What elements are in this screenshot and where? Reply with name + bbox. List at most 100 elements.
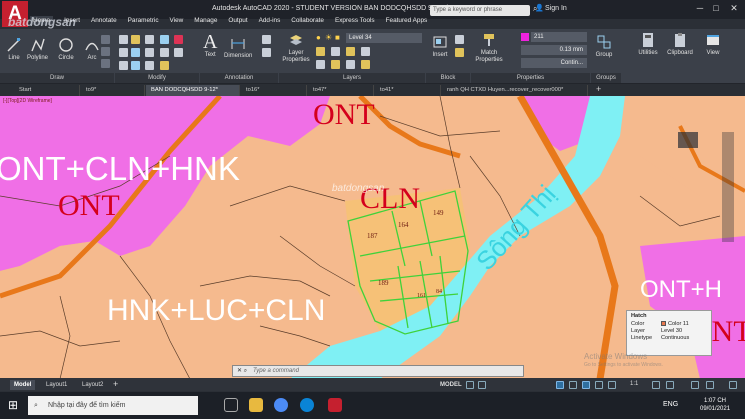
tab-model[interactable]: Model <box>10 380 36 390</box>
layer-tool-icon[interactable] <box>331 47 340 56</box>
new-tab-icon[interactable]: + <box>596 84 601 94</box>
snap-icon[interactable] <box>478 381 486 389</box>
panel-modify[interactable]: Modify <box>115 73 199 83</box>
line-button[interactable]: Line <box>6 37 22 61</box>
color-select[interactable]: 211 <box>531 32 587 42</box>
fullscreen-icon[interactable] <box>706 381 714 389</box>
tab-annotate[interactable]: Annotate <box>91 17 117 24</box>
group-button[interactable]: Group <box>594 34 614 58</box>
windows-start-icon[interactable]: ⊞ <box>8 398 18 412</box>
leader-icon[interactable] <box>262 35 271 44</box>
search-input[interactable]: Type a keyword or phrase <box>430 5 530 16</box>
layer-tool-icon[interactable] <box>346 60 355 69</box>
panel-groups[interactable]: Groups <box>591 73 621 83</box>
tab-collaborate[interactable]: Collaborate <box>291 17 324 24</box>
sun-icon[interactable]: ☀ <box>325 33 332 42</box>
draw-extra-icon[interactable] <box>101 35 110 44</box>
autocad-taskbar-icon[interactable] <box>328 398 342 412</box>
plus-icon[interactable] <box>666 381 674 389</box>
circle-button[interactable]: Circle <box>58 37 74 61</box>
edit-block-icon[interactable] <box>455 48 464 57</box>
erase-icon[interactable] <box>160 35 169 44</box>
linetype-select[interactable]: Contin... <box>521 58 587 68</box>
tab-layout1[interactable]: Layout1 <box>42 380 71 390</box>
add-layout-icon[interactable]: + <box>113 379 118 389</box>
tab-manage[interactable]: Manage <box>194 17 217 24</box>
file-tab-active[interactable]: BAN DODCQHSDD 9-12* <box>146 85 240 96</box>
file-tab[interactable]: to16* <box>241 85 307 96</box>
draw-extra-icon[interactable] <box>101 59 110 68</box>
tab-view[interactable]: View <box>170 17 184 24</box>
layer-tool-icon[interactable] <box>361 60 370 69</box>
array-icon[interactable] <box>174 48 183 57</box>
layer-select[interactable]: Level 34 <box>346 33 422 43</box>
file-tab-start[interactable]: Start <box>14 85 80 96</box>
task-view-icon[interactable] <box>224 398 238 412</box>
utilities-button[interactable]: Utilities <box>635 32 661 56</box>
file-tab[interactable]: to9* <box>81 85 145 96</box>
lightbulb-icon[interactable]: ● <box>316 33 321 42</box>
lineweight-select[interactable]: 0.13 mm <box>521 45 587 55</box>
lock-icon[interactable]: ■ <box>335 33 340 42</box>
model-space-button[interactable]: MODEL <box>436 380 466 390</box>
grid-icon[interactable] <box>466 381 474 389</box>
sign-in-button[interactable]: Sign In <box>545 5 567 12</box>
tab-layout2[interactable]: Layout2 <box>78 380 107 390</box>
panel-annotation[interactable]: Annotation <box>200 73 278 83</box>
minimize-icon[interactable]: ─ <box>693 2 707 14</box>
stretch-icon[interactable] <box>119 61 128 70</box>
lineweight-icon[interactable] <box>608 381 616 389</box>
layer-tool-icon[interactable] <box>346 47 355 56</box>
trim-icon[interactable] <box>145 35 154 44</box>
table-icon[interactable] <box>262 48 271 57</box>
workspace-icon[interactable] <box>691 381 699 389</box>
array-rect-icon[interactable] <box>145 61 154 70</box>
layer-tool-icon[interactable] <box>361 47 370 56</box>
language-indicator[interactable]: ENG <box>663 401 678 408</box>
create-block-icon[interactable] <box>455 35 464 44</box>
command-input[interactable]: ✕ ⌕ Type a command <box>232 365 524 377</box>
match-properties-button[interactable]: Match Properties <box>474 32 504 64</box>
break-icon[interactable] <box>160 61 169 70</box>
view-button[interactable]: View <box>702 32 724 56</box>
offset-icon[interactable] <box>160 48 169 57</box>
viewport-label[interactable]: [-][Top][2D Wireframe] <box>3 98 52 104</box>
dimension-button[interactable]: Dimension <box>224 35 252 59</box>
panel-block[interactable]: Block <box>426 73 470 83</box>
file-tab[interactable]: to47* <box>308 85 374 96</box>
file-tab[interactable]: to41* <box>375 85 441 96</box>
panel-layers[interactable]: Layers <box>279 73 425 83</box>
user-icon[interactable]: 👤 <box>535 4 544 12</box>
otrack-icon[interactable] <box>595 381 603 389</box>
mirror-icon[interactable] <box>131 48 140 57</box>
polar-icon[interactable] <box>569 381 577 389</box>
insert-button[interactable]: Insert <box>428 34 452 58</box>
ortho-icon[interactable] <box>556 381 564 389</box>
tab-parametric[interactable]: Parametric <box>128 17 159 24</box>
fillet-icon[interactable] <box>145 48 154 57</box>
polyline-button[interactable]: Polyline <box>27 37 48 61</box>
osnap-icon[interactable] <box>582 381 590 389</box>
maximize-icon[interactable]: □ <box>709 2 723 14</box>
file-tab[interactable]: ranh QH CTXD Huyen...recover_recover000* <box>442 85 588 96</box>
close-icon[interactable]: ✕ <box>727 2 741 14</box>
clipboard-button[interactable]: Clipboard <box>665 32 695 56</box>
taskbar-search-input[interactable]: ⌕ Nhập tại đây để tìm kiếm <box>28 396 198 415</box>
layer-tool-icon[interactable] <box>331 60 340 69</box>
arc-button[interactable]: Arc <box>84 37 100 61</box>
move-icon[interactable] <box>119 35 128 44</box>
annotation-scale[interactable]: 1:1 <box>630 381 638 387</box>
rotate-icon[interactable] <box>131 35 140 44</box>
tab-output[interactable]: Output <box>228 17 247 24</box>
edge-icon[interactable] <box>300 398 314 412</box>
customize-icon[interactable] <box>729 381 737 389</box>
panel-properties[interactable]: Properties <box>471 73 590 83</box>
explode-icon[interactable] <box>174 35 183 44</box>
layer-tool-icon[interactable] <box>316 47 325 56</box>
copy-icon[interactable] <box>119 48 128 57</box>
gear-icon[interactable] <box>652 381 660 389</box>
layer-properties-button[interactable]: Layer Properties <box>281 32 311 64</box>
navigation-bar[interactable] <box>722 132 734 242</box>
system-clock[interactable]: 1:07 CH 09/01/2021 <box>700 397 730 413</box>
tab-add-ins[interactable]: Add-ins <box>259 17 281 24</box>
